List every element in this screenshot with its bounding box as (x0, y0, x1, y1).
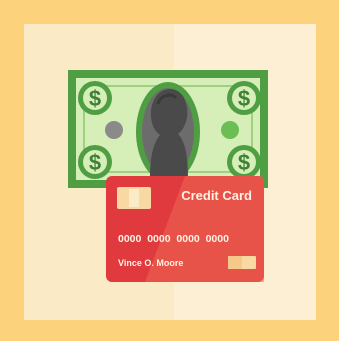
banknote: $ $ $ $ (68, 70, 268, 188)
card-holder-name: Vince O. Moore (118, 258, 183, 268)
svg-text:$: $ (238, 150, 250, 175)
card-brand-logo-icon (228, 256, 256, 269)
credit-card: Credit Card 0000 0000 0000 0000 Vince O.… (106, 176, 264, 282)
card-title: Credit Card (181, 188, 252, 203)
grey-dot-icon (105, 121, 123, 139)
dollar-sign-icon: $ (227, 145, 261, 179)
dollar-sign-icon: $ (227, 81, 261, 115)
svg-text:$: $ (89, 86, 101, 111)
card-chip-icon (117, 187, 151, 209)
svg-text:$: $ (238, 86, 250, 111)
dollar-sign-icon: $ (78, 81, 112, 115)
money-and-credit-card-illustration: $ $ $ $ Credit Card 0000 0000 0000 0000 … (0, 0, 339, 341)
green-dot-icon (221, 121, 239, 139)
portrait-silhouette-icon (136, 82, 200, 182)
dollar-sign-icon: $ (78, 145, 112, 179)
card-number: 0000 0000 0000 0000 (118, 233, 229, 245)
svg-text:$: $ (89, 150, 101, 175)
